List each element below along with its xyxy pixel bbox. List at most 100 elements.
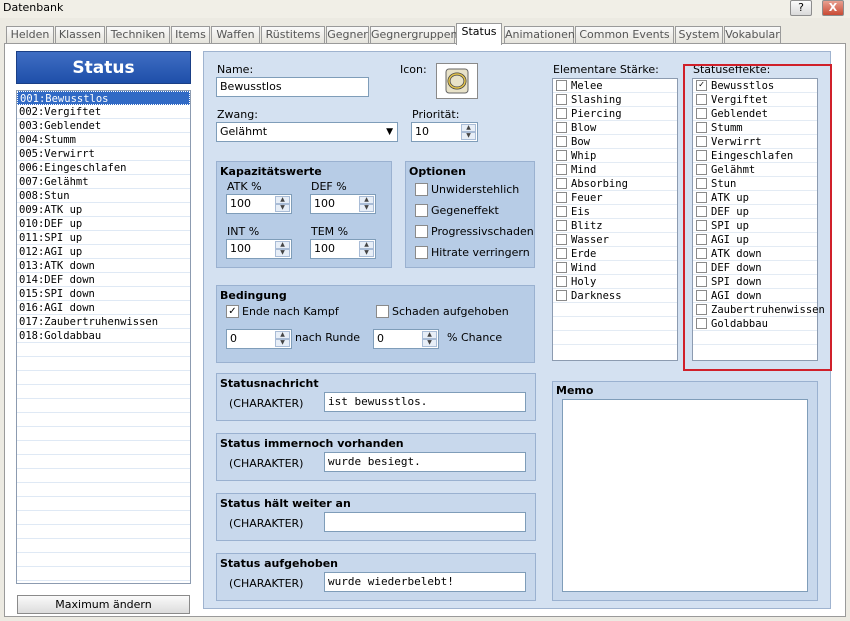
list-item[interactable]: Piercing (553, 107, 677, 121)
item-checkbox[interactable] (556, 248, 567, 259)
item-checkbox[interactable] (556, 150, 567, 161)
list-item[interactable]: 017:Zaubertruhenwissen (17, 315, 190, 329)
spin-down-icon[interactable]: ▼ (275, 249, 290, 257)
list-item[interactable]: Melee (553, 79, 677, 93)
list-item[interactable]: 012:AGI up (17, 245, 190, 259)
message-field[interactable]: wurde besiegt. (324, 452, 526, 472)
list-item[interactable]: Bow (553, 135, 677, 149)
item-checkbox[interactable] (556, 122, 567, 133)
list-item[interactable]: 001:Bewusstlos (17, 91, 190, 105)
list-item[interactable]: Erde (553, 247, 677, 261)
item-checkbox[interactable] (556, 164, 567, 175)
item-checkbox[interactable] (556, 108, 567, 119)
item-checkbox[interactable] (556, 80, 567, 91)
item-checkbox[interactable] (556, 234, 567, 245)
spin-up-icon[interactable]: ▲ (275, 241, 290, 249)
def-spinner[interactable]: 100 ▲ ▼ (310, 194, 376, 214)
tab-animationen[interactable]: Animationen (504, 26, 575, 44)
spin-up-icon[interactable]: ▲ (359, 241, 374, 249)
list-item[interactable]: Slashing (553, 93, 677, 107)
tab-common-events[interactable]: Common Events (575, 26, 674, 44)
list-item[interactable]: 010:DEF up (17, 217, 190, 231)
item-checkbox[interactable] (556, 136, 567, 147)
spin-down-icon[interactable]: ▼ (275, 339, 290, 347)
item-checkbox[interactable] (556, 276, 567, 287)
spin-up-icon[interactable]: ▲ (359, 196, 374, 204)
message-field[interactable] (324, 512, 526, 532)
tem-spinner[interactable]: 100 ▲ ▼ (310, 239, 376, 259)
spin-up-icon[interactable]: ▲ (275, 331, 290, 339)
name-field[interactable]: Bewusstlos (216, 77, 369, 97)
list-item[interactable]: Blitz (553, 219, 677, 233)
tab-klassen[interactable]: Klassen (55, 26, 105, 44)
end-after-battle-checkbox[interactable]: ✓ (226, 305, 239, 318)
list-item[interactable]: 009:ATK up (17, 203, 190, 217)
spin-down-icon[interactable]: ▼ (422, 339, 437, 347)
icon-picker[interactable] (436, 63, 478, 99)
item-checkbox[interactable] (556, 262, 567, 273)
zwang-dropdown[interactable]: Gelähmt ▼ (216, 122, 398, 142)
spin-down-icon[interactable]: ▼ (359, 204, 374, 212)
list-item[interactable]: 016:AGI down (17, 301, 190, 315)
spin-up-icon[interactable]: ▲ (422, 331, 437, 339)
list-item[interactable]: 018:Goldabbau (17, 329, 190, 343)
memo-field[interactable] (562, 399, 808, 592)
list-item[interactable]: 006:Eingeschlafen (17, 161, 190, 175)
item-checkbox[interactable] (556, 192, 567, 203)
tab-waffen[interactable]: Waffen (211, 26, 260, 44)
item-checkbox[interactable] (556, 178, 567, 189)
tab-helden[interactable]: Helden (6, 26, 54, 44)
list-item[interactable]: Blow (553, 121, 677, 135)
help-button[interactable]: ? (790, 0, 812, 16)
list-item[interactable]: 013:ATK down (17, 259, 190, 273)
round-spinner[interactable]: 0 ▲ ▼ (226, 329, 292, 349)
spin-up-icon[interactable]: ▲ (461, 124, 476, 132)
list-item[interactable]: 003:Geblendet (17, 119, 190, 133)
damage-removes-checkbox[interactable] (376, 305, 389, 318)
list-item[interactable]: Absorbing (553, 177, 677, 191)
list-item[interactable]: Holy (553, 275, 677, 289)
list-item[interactable]: Mind (553, 163, 677, 177)
list-item[interactable]: Eis (553, 205, 677, 219)
tab-items[interactable]: Items (171, 26, 210, 44)
spin-up-icon[interactable]: ▲ (275, 196, 290, 204)
tab-status[interactable]: Status (456, 23, 502, 45)
priority-spinner[interactable]: 10 ▲ ▼ (411, 122, 478, 142)
list-item[interactable]: 004:Stumm (17, 133, 190, 147)
option-checkbox[interactable] (415, 246, 428, 259)
message-field[interactable]: ist bewusstlos. (324, 392, 526, 412)
item-checkbox[interactable] (556, 290, 567, 301)
tab-system[interactable]: System (675, 26, 723, 44)
message-field[interactable]: wurde wiederbelebt! (324, 572, 526, 592)
list-item[interactable]: 008:Stun (17, 189, 190, 203)
list-item[interactable]: Darkness (553, 289, 677, 303)
spin-down-icon[interactable]: ▼ (359, 249, 374, 257)
list-item[interactable]: 007:Gelähmt (17, 175, 190, 189)
change-maximum-button[interactable]: Maximum ändern (17, 595, 190, 614)
list-item[interactable]: Wind (553, 261, 677, 275)
spin-down-icon[interactable]: ▼ (275, 204, 290, 212)
list-item[interactable]: Feuer (553, 191, 677, 205)
option-checkbox[interactable] (415, 183, 428, 196)
elements-list[interactable]: Melee Slashing Piercing Blow Bow Whip Mind Abso… (552, 78, 678, 361)
option-checkbox[interactable] (415, 225, 428, 238)
item-checkbox[interactable] (556, 220, 567, 231)
close-button[interactable]: X (822, 0, 844, 16)
int-spinner[interactable]: 100 ▲ ▼ (226, 239, 292, 259)
list-item[interactable]: 002:Vergiftet (17, 105, 190, 119)
spin-down-icon[interactable]: ▼ (461, 132, 476, 140)
item-checkbox[interactable] (556, 94, 567, 105)
status-list[interactable]: 001:Bewusstlos 002:Vergiftet 003:Geblendet… (16, 90, 191, 584)
option-checkbox[interactable] (415, 204, 428, 217)
list-item[interactable]: 014:DEF down (17, 273, 190, 287)
atk-spinner[interactable]: 100 ▲ ▼ (226, 194, 292, 214)
tab-gegner[interactable]: Gegner (326, 26, 369, 44)
tab-gegnergruppen[interactable]: Gegnergruppen (370, 26, 458, 44)
list-item[interactable]: Whip (553, 149, 677, 163)
tab-techniken[interactable]: Techniken (106, 26, 170, 44)
list-item[interactable]: Wasser (553, 233, 677, 247)
list-item[interactable]: 015:SPI down (17, 287, 190, 301)
tab-rüstitems[interactable]: Rüstitems (261, 26, 325, 44)
chance-spinner[interactable]: 0 ▲ ▼ (373, 329, 439, 349)
list-item[interactable]: 005:Verwirrt (17, 147, 190, 161)
